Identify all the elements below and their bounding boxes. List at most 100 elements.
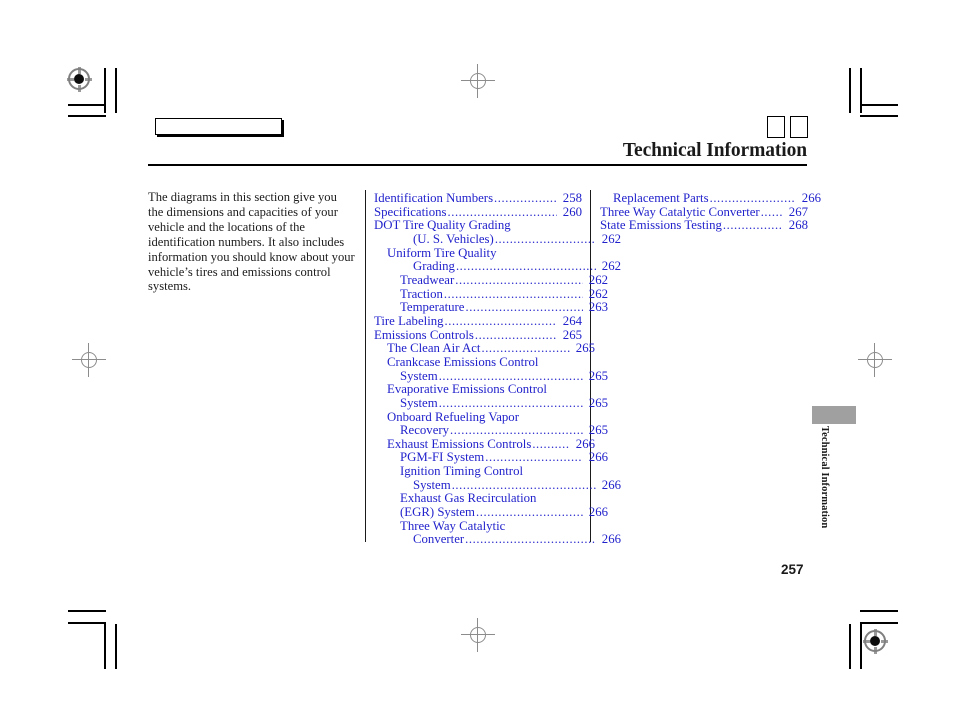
column-divider-left (365, 190, 366, 542)
toc-entry-page: 265 (588, 423, 608, 438)
toc-entry-label: Traction (400, 286, 443, 301)
toc-entry-label: (EGR) System (400, 505, 476, 520)
registration-target-icon-bottom-right (863, 629, 888, 654)
toc-entry-label: Onboard Refueling Vapor (387, 409, 519, 424)
manual-page: Technical Information The diagrams in th… (0, 0, 954, 710)
toc-entry-page: 262 (601, 259, 621, 274)
toc-entry[interactable]: Evaporative Emissions Control...........… (374, 383, 595, 397)
page-number: 257 (781, 562, 804, 577)
toc-entry-page: 266 (588, 505, 608, 520)
toc-entry[interactable]: PGM-FI System ..........................… (374, 451, 608, 465)
toc-entry[interactable]: Emissions Controls......................… (374, 327, 582, 343)
crop-mark-bottom-right-v1 (849, 624, 851, 669)
crop-mark-bottom-right-v2 (860, 624, 862, 669)
toc-entry[interactable]: Tire Labeling...........................… (374, 313, 582, 329)
toc-leader-dots: ........................................… (485, 451, 583, 465)
chapter-square-2 (790, 116, 808, 138)
toc-entry-label: Converter (413, 532, 465, 547)
crop-mark-top-left-h2 (68, 115, 106, 117)
toc-entry[interactable]: Converter...............................… (374, 533, 621, 547)
toc-entry-label: Three Way Catalytic (400, 518, 506, 533)
toc-entry-page: 266 (575, 436, 595, 451)
toc-entry[interactable]: Replacement Parts.......................… (600, 191, 821, 206)
toc-entry[interactable]: Grading.................................… (374, 260, 621, 274)
toc-entry[interactable]: DOT Tire Quality Grading................… (374, 219, 582, 233)
toc-entry-page: 258 (562, 191, 582, 205)
toc-entry-label: Grading (413, 259, 455, 274)
toc-leader-dots: ........................................… (476, 506, 583, 520)
toc-leader-dots: ........................................… (438, 396, 583, 410)
toc-entry[interactable]: Three Way Catalytic.....................… (374, 518, 608, 534)
crop-mark-top-left-v2 (115, 68, 117, 113)
toc-entry[interactable]: Specifications .........................… (374, 204, 582, 220)
toc-entry-page: 265 (588, 395, 608, 410)
toc-entry[interactable]: Identification Numbers..................… (374, 191, 582, 206)
thumb-tab-marker (812, 406, 856, 424)
toc-leader-dots: ........................................… (455, 273, 583, 287)
toc-entry-label: Replacement Parts (613, 191, 709, 205)
toc-leader-dots: ........................................… (481, 342, 570, 356)
toc-entry-page: 268 (788, 218, 808, 233)
crop-mark-bottom-left-h1 (68, 610, 106, 612)
toc-leader-dots: ........................................… (450, 424, 583, 438)
crop-mark-bottom-left-v2 (115, 624, 117, 669)
toc-leader-dots: ........................................… (447, 205, 558, 219)
toc-entry[interactable]: Treadwear ..............................… (374, 272, 608, 288)
toc-entry-label: State Emissions Testing (600, 218, 722, 233)
toc-entry-page: 262 (601, 231, 621, 246)
toc-entry-label: Uniform Tire Quality (387, 245, 497, 260)
toc-leader-dots: ........................................… (709, 192, 796, 205)
toc-entry-page: 266 (588, 450, 608, 465)
chapter-square-1 (767, 116, 785, 138)
toc-entry[interactable]: (EGR) System............................… (374, 505, 608, 520)
crosshair-mark-icon-top (461, 64, 495, 98)
toc-entry[interactable]: Three Way Catalytic Converter...........… (600, 204, 808, 220)
toc-entry[interactable]: The Clean Air Act.......................… (374, 342, 595, 356)
toc-entry-label: Exhaust Gas Recirculation (400, 491, 537, 506)
toc-entry[interactable]: Exhaust Gas Recirculation...............… (374, 492, 608, 506)
registration-target-icon-top-left (67, 67, 92, 92)
toc-leader-dots: ........................................… (494, 232, 596, 246)
toc-entry-label: Specifications (374, 204, 447, 219)
crop-mark-bottom-left-v1 (104, 624, 106, 669)
toc-entry[interactable]: System..................................… (374, 395, 608, 411)
toc-entry-label: (U. S. Vehicles) (413, 231, 494, 246)
toc-entry[interactable]: Exhaust Emissions Controls .............… (374, 436, 595, 452)
toc-entry[interactable]: (U. S. Vehicles) .......................… (374, 231, 621, 247)
thumb-tab-label: Technical Information (819, 426, 830, 529)
toc-entry[interactable]: Ignition Timing Control.................… (374, 464, 608, 479)
intro-paragraph: The diagrams in this section give you th… (148, 190, 355, 294)
toc-entry-label: Crankcase Emissions Control (387, 354, 539, 369)
toc-entry[interactable]: Onboard Refueling Vapor.................… (374, 409, 595, 425)
toc-entry-label: Ignition Timing Control (400, 464, 524, 479)
crosshair-mark-icon-right (858, 343, 892, 377)
chapter-index-squares (767, 116, 808, 138)
toc-entry-label: PGM-FI System (400, 450, 485, 465)
toc-entry[interactable]: Uniform Tire Quality....................… (374, 245, 595, 261)
toc-entry[interactable]: Temperature ............................… (374, 301, 608, 315)
page-title: Technical Information (622, 140, 807, 161)
chapter-marker-box (155, 118, 282, 135)
toc-entry-label: Emissions Controls (374, 327, 474, 342)
toc-leader-dots: ........................................… (438, 369, 583, 383)
toc-entry-label: Treadwear (400, 272, 455, 287)
crosshair-mark-icon-left (72, 343, 106, 377)
toc-entry[interactable]: Recovery ...............................… (374, 423, 608, 438)
toc-entry-label: System (400, 368, 438, 383)
toc-entry-label: Identification Numbers (374, 191, 494, 205)
crop-mark-top-right-h2 (860, 115, 898, 117)
toc-entry[interactable]: System..................................… (374, 368, 608, 384)
toc-entry-page: 266 (801, 191, 821, 205)
toc-entry[interactable]: System..................................… (374, 477, 621, 493)
toc-entry[interactable]: Traction................................… (374, 286, 608, 302)
toc-entry-page: 263 (588, 300, 608, 315)
toc-entry-label: Recovery (400, 423, 450, 438)
toc-entry-page: 266 (601, 477, 621, 492)
toc-entry-page: 267 (788, 204, 808, 219)
toc-entry[interactable]: State Emissions Testing ................… (600, 219, 808, 233)
crosshair-mark-icon-bottom (461, 618, 495, 652)
toc-entry[interactable]: Crankcase Emissions Control.............… (374, 354, 595, 370)
toc-entry-label: Tire Labeling (374, 313, 444, 328)
crop-mark-bottom-right-h2 (860, 622, 898, 624)
crop-mark-bottom-right-h1 (860, 610, 898, 612)
